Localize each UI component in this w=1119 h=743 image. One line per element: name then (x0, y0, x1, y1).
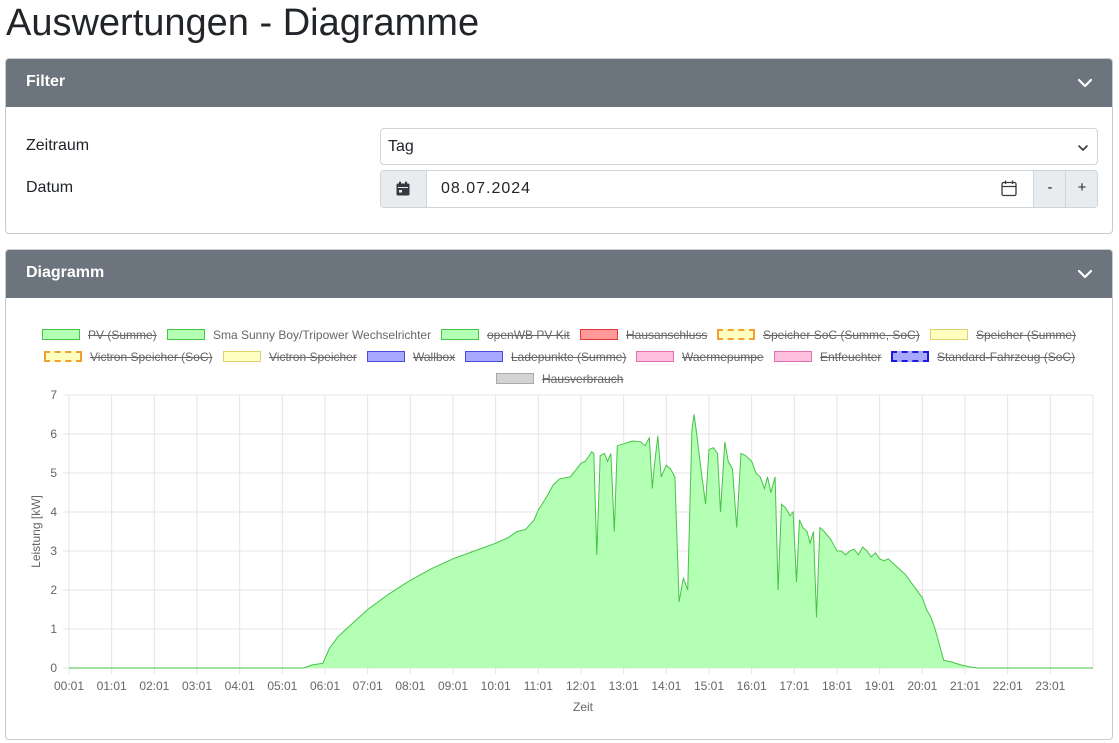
filter-card-header[interactable]: Filter (6, 59, 1112, 107)
y-tick-label: 7 (50, 388, 57, 402)
date-input-group: 08.07.2024 - + (380, 170, 1098, 208)
period-select-value: Tag (388, 138, 414, 155)
calendar-icon (396, 181, 410, 196)
x-tick-label: 20:01 (907, 679, 937, 693)
x-tick-label: 04:01 (225, 679, 255, 693)
x-tick-label: 13:01 (609, 679, 639, 693)
x-tick-label: 08:01 (395, 679, 425, 693)
date-addon (381, 171, 427, 207)
chart-area: PV (Summe) Sma Sunny Boy/Tripower Wechsel… (6, 250, 1112, 739)
x-tick-label: 17:01 (779, 679, 809, 693)
y-axis-title: Leistung [kW] (29, 495, 43, 568)
x-tick-label: 15:01 (694, 679, 724, 693)
x-tick-label: 12:01 (566, 679, 596, 693)
x-tick-label: 22:01 (993, 679, 1023, 693)
date-plus-button[interactable]: + (1065, 171, 1097, 207)
x-tick-label: 06:01 (310, 679, 340, 693)
x-tick-label: 01:01 (97, 679, 127, 693)
y-tick-label: 5 (50, 466, 57, 480)
y-tick-label: 1 (50, 622, 57, 636)
x-tick-label: 18:01 (822, 679, 852, 693)
x-axis-title: Zeit (573, 700, 594, 714)
period-label: Zeitraum (26, 137, 90, 154)
x-tick-label: 00:01 (54, 679, 84, 693)
power-chart: 0 1 2 3 4 5 6 7 00:01 01:01 02:01 03:01 04:01 05:01 06… (29, 388, 1094, 714)
x-tick-label: 02:01 (139, 679, 169, 693)
y-tick-label: 0 (50, 661, 57, 675)
x-tick-label: 09:01 (438, 679, 468, 693)
chevron-down-icon (1078, 145, 1088, 151)
filter-card: Filter Zeitraum Tag Datum 08.07.2024 - + (5, 58, 1113, 234)
x-tick-label: 16:01 (737, 679, 767, 693)
period-select[interactable]: Tag (380, 128, 1098, 165)
y-tick-label: 6 (50, 427, 57, 441)
x-tick-label: 05:01 (267, 679, 297, 693)
x-tick-label: 19:01 (865, 679, 895, 693)
diagram-card: Diagramm PV (Summe) Sma Sunny Boy/Tripowe… (5, 249, 1113, 740)
x-tick-label: 03:01 (182, 679, 212, 693)
page-title: Auswertungen - Diagramme (6, 2, 480, 44)
x-tick-label: 23:01 (1035, 679, 1065, 693)
y-tick-label: 2 (50, 583, 57, 597)
date-label: Datum (26, 179, 74, 196)
y-tick-label: 4 (50, 505, 57, 519)
x-tick-label: 07:01 (353, 679, 383, 693)
date-field[interactable]: 08.07.2024 (441, 171, 531, 207)
calendar-picker-icon[interactable] (1001, 180, 1017, 197)
x-tick-label: 11:01 (524, 679, 553, 693)
chevron-down-icon[interactable] (1076, 74, 1094, 92)
filter-card-title: Filter (26, 73, 66, 90)
date-minus-button[interactable]: - (1033, 171, 1066, 207)
x-tick-label: 21:01 (950, 679, 980, 693)
y-tick-label: 3 (50, 544, 57, 558)
x-tick-label: 10:01 (481, 679, 511, 693)
x-tick-label: 14:01 (651, 679, 681, 693)
